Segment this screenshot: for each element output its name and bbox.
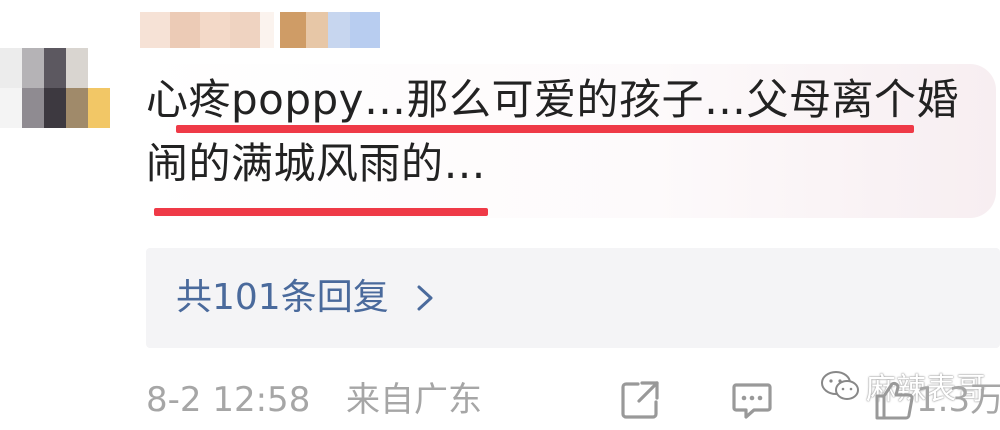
- username-censored[interactable]: [140, 12, 400, 48]
- comment-line-2: 闹的满城风雨的…: [146, 139, 487, 188]
- highlight-underline-2: [154, 208, 488, 216]
- avatar[interactable]: [0, 48, 110, 128]
- view-replies-button[interactable]: 共101条回复: [146, 248, 1000, 348]
- comment-meta: 8-2 12:58 来自广东: [146, 380, 482, 420]
- comment-line-1: 心疼poppy…那么可爱的孩子…父母离个婚: [146, 75, 960, 124]
- highlight-underline-1: [176, 125, 914, 133]
- location: 来自广东: [345, 380, 482, 420]
- wechat-logo-icon: [821, 371, 859, 400]
- timestamp: 8-2 12:58: [146, 380, 311, 420]
- share-icon[interactable]: [618, 378, 662, 422]
- like-count: 1.3万: [916, 380, 1000, 420]
- comment-icon[interactable]: [730, 378, 774, 422]
- chevron-right-icon: [417, 285, 433, 311]
- replies-count-label: 共101条回复: [176, 277, 389, 318]
- like-icon[interactable]: [872, 378, 916, 422]
